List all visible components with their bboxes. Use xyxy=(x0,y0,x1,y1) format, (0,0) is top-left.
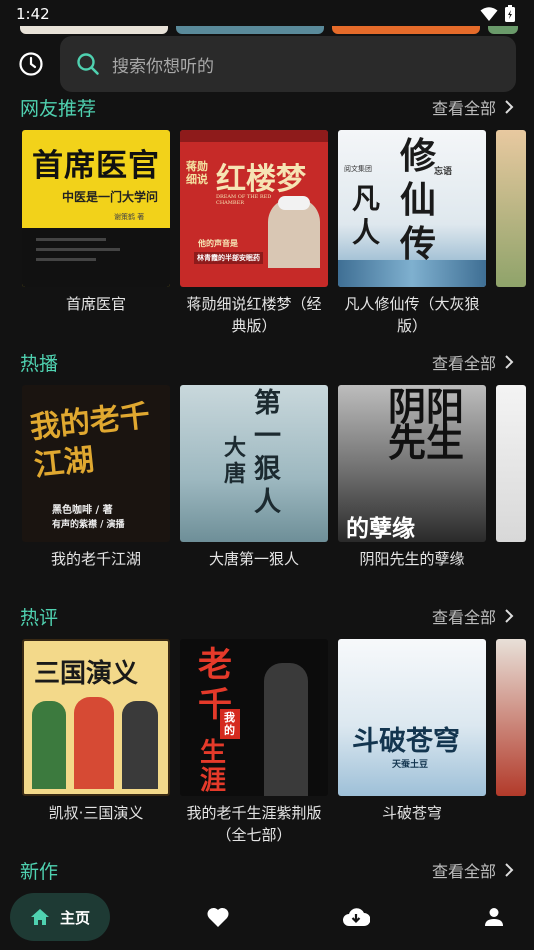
cover-author: 天蚕土豆 xyxy=(392,760,429,770)
see-all-label: 查看全部 xyxy=(431,354,496,373)
scrolled-covers-strip xyxy=(20,26,534,34)
book-title: 凯叔·三国演义 xyxy=(48,804,144,822)
search-icon xyxy=(77,53,99,75)
book-card[interactable]: 老千 我的 生涯 我的老千生涯紫荆版（全七部） xyxy=(180,639,328,859)
book-title: 阴阳先生的孽缘 xyxy=(359,550,465,568)
section-hot-reviews: 热评 查看全部 三国演义 凯叔·三国演义 老千 我的 生涯 我的老千生涯紫荆版（… xyxy=(0,601,534,844)
search-placeholder: 搜索你想听的 xyxy=(112,56,214,77)
cover-title-left: 凡人 xyxy=(352,182,381,249)
heart-icon xyxy=(207,907,229,927)
book-card[interactable]: 阅文集团 忘语 修仙传 凡人 凡人修仙传（大灰狼版） xyxy=(338,130,486,350)
section-title: 热评 xyxy=(20,606,59,629)
see-all-label: 查看全部 xyxy=(431,99,496,118)
book-title: 大唐第一狠人 xyxy=(208,550,299,568)
home-icon xyxy=(30,909,49,925)
cover-title-bottom: 的孽缘 xyxy=(346,515,415,542)
cover-series: 蒋勋细说 xyxy=(186,160,208,186)
book-cover xyxy=(496,385,526,542)
book-cover: 三国演义 xyxy=(22,639,170,796)
section-recommended: 网友推荐 查看全部 首席医官 中医是一门大学问 谢策鹤 著 首席医官 蒋勋细说 … xyxy=(0,92,534,335)
book-cover: 阅文集团 忘语 修仙传 凡人 xyxy=(338,130,486,287)
section-title: 新作 xyxy=(20,860,59,883)
section-title: 网友推荐 xyxy=(20,97,97,120)
book-title: 凡人修仙传（大灰狼版） xyxy=(344,295,480,335)
wifi-icon xyxy=(480,7,498,21)
book-cover: 首席医官 中医是一门大学问 谢策鹤 著 xyxy=(22,130,170,287)
cover-title: 三国演义 xyxy=(34,659,139,689)
book-cover: 斗破苍穹 天蚕土豆 xyxy=(338,639,486,796)
nav-profile-tab[interactable] xyxy=(474,897,514,937)
chevron-right-icon xyxy=(505,863,514,877)
cover-tagline: 他的声音是 xyxy=(198,238,238,248)
book-cover xyxy=(496,130,526,287)
see-all-label: 查看全部 xyxy=(431,862,496,881)
book-card[interactable]: 蒋勋细说 红楼梦 DREAM OF THE RED CHAMBER 他的声音是 … xyxy=(180,130,328,350)
book-cover: 阴阳先生 的孽缘 xyxy=(338,385,486,542)
chevron-right-icon xyxy=(505,100,514,114)
history-button[interactable] xyxy=(0,36,62,92)
status-bar: 1:42 xyxy=(0,0,534,28)
clock-icon xyxy=(19,52,43,76)
see-all-link[interactable]: 查看全部 xyxy=(432,95,514,119)
book-card[interactable]: 首席医官 中医是一门大学问 谢策鹤 著 首席医官 xyxy=(22,130,170,350)
section-title: 热播 xyxy=(20,352,59,375)
chevron-right-icon xyxy=(505,355,514,369)
cover-title: 我的老千江湖 xyxy=(28,398,152,484)
book-cover: 第一狠人 大唐 xyxy=(180,385,328,542)
book-cover: 老千 我的 生涯 xyxy=(180,639,328,796)
cover-subtitle: DREAM OF THE RED CHAMBER xyxy=(216,194,272,206)
cover-subtitle: 中医是一门大学问 xyxy=(62,190,159,204)
status-time: 1:42 xyxy=(16,5,50,23)
nav-downloads-tab[interactable] xyxy=(336,897,376,937)
person-icon xyxy=(485,908,503,926)
cover-narrator: 有声的紫襟 / 演播 xyxy=(52,520,125,530)
cover-title: 红楼梦 xyxy=(216,162,306,197)
cover-author: 谢策鹤 著 xyxy=(114,213,145,221)
see-all-link[interactable]: 查看全部 xyxy=(432,858,514,882)
see-all-link[interactable]: 查看全部 xyxy=(432,604,514,628)
cover-title: 阴阳先生 xyxy=(388,385,465,465)
book-cover: 我的老千江湖 黑色咖啡 / 著 有声的紫襟 / 演播 xyxy=(22,385,170,542)
cover-title: 斗破苍穹 xyxy=(352,726,460,757)
nav-home-label: 主页 xyxy=(59,908,90,927)
cover-title: 首席医官 xyxy=(32,148,160,184)
see-all-label: 查看全部 xyxy=(431,608,496,627)
section-new-releases: 新作 查看全部 xyxy=(0,855,534,885)
search-row: 搜索你想听的 xyxy=(0,36,534,92)
cover-title-left: 大唐 xyxy=(224,435,247,487)
cover-publisher: 阅文集团 xyxy=(344,165,372,173)
nav-favorites-tab[interactable] xyxy=(198,897,238,937)
chevron-right-icon xyxy=(505,609,514,623)
book-card[interactable]: 我的老千江湖 黑色咖啡 / 著 有声的紫襟 / 演播 我的老千江湖 xyxy=(22,385,170,605)
battery-icon xyxy=(505,5,515,22)
book-title: 斗破苍穹 xyxy=(381,804,442,822)
search-input[interactable]: 搜索你想听的 xyxy=(60,36,516,92)
book-card[interactable]: 第一狠人 大唐 大唐第一狠人 xyxy=(180,385,328,605)
cover-title-2: 生涯 xyxy=(200,738,227,796)
cover-author: 黑色咖啡 / 著 xyxy=(52,505,113,516)
cover-tagline-2: 林青霞的半部安眠药 xyxy=(194,252,263,264)
book-title: 首席医官 xyxy=(65,295,126,313)
book-cover: 蒋勋细说 红楼梦 DREAM OF THE RED CHAMBER 他的声音是 … xyxy=(180,130,328,287)
book-title: 我的老千江湖 xyxy=(50,550,141,568)
cover-badge: 我的 xyxy=(220,709,240,739)
cover-title: 第一狠人 xyxy=(254,388,281,518)
book-title: 我的老千生涯紫荆版（全七部） xyxy=(186,804,322,844)
bottom-navigation: 主页 xyxy=(0,884,534,950)
see-all-link[interactable]: 查看全部 xyxy=(432,350,514,374)
cover-title: 修仙传 xyxy=(400,135,437,265)
book-cover xyxy=(496,639,526,796)
book-card[interactable]: 斗破苍穹 天蚕土豆 斗破苍穹 xyxy=(338,639,486,859)
book-card[interactable]: 阴阳先生 的孽缘 阴阳先生的孽缘 xyxy=(338,385,486,605)
cloud-download-icon xyxy=(343,908,370,926)
book-title: 蒋勋细说红楼梦（经典版） xyxy=(186,295,322,335)
book-card[interactable] xyxy=(496,639,526,859)
section-hot-playing: 热播 查看全部 我的老千江湖 黑色咖啡 / 著 有声的紫襟 / 演播 我的老千江… xyxy=(0,347,534,568)
book-card[interactable] xyxy=(496,130,526,350)
book-card[interactable]: 三国演义 凯叔·三国演义 xyxy=(22,639,170,859)
nav-home-tab[interactable]: 主页 xyxy=(10,893,110,941)
book-card[interactable] xyxy=(496,385,526,605)
